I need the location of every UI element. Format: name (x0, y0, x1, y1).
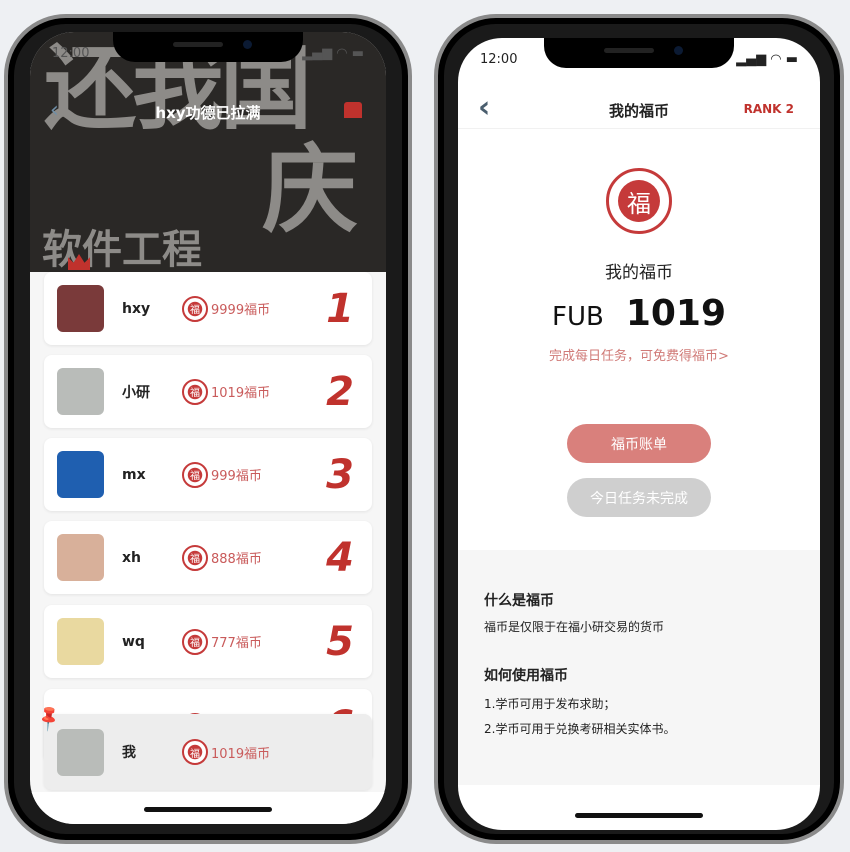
fubi-coin-icon: 福 (182, 628, 208, 655)
phone-frame-right: 12:00 ▂▄▆ ◠ ▬ ‹ 我的福币 RANK 2 福 我的福币 FUB 101… (434, 14, 844, 844)
fubi-coin-icon: 福 (182, 461, 208, 488)
rank-number: 2 (326, 368, 354, 415)
user-name: wq (122, 633, 145, 650)
user-name: 小研 (122, 384, 150, 401)
balance-value: 1019 (625, 293, 727, 334)
hero-banner: 还我国 庆 软件工程 (30, 32, 386, 272)
rank-label[interactable]: RANK 2 (744, 102, 794, 116)
fubi-seal-logo: 福 (606, 168, 672, 234)
gift-icon[interactable] (344, 102, 362, 118)
balance-label: 我的福币 (605, 263, 673, 283)
faq-question: 如何使用福币 (484, 668, 568, 684)
status-bar: 12:00 ▂▄▆ ◠ ▬ (52, 46, 364, 61)
user-name: hxy (122, 300, 151, 317)
rank-row[interactable]: wq 福 777福币 5 (44, 605, 372, 678)
coin-amount: 777福币 (211, 636, 262, 651)
avatar (57, 534, 104, 581)
faq-section: 什么是福币 福币是仅限于在福小研交易的货币 如何使用福币 1.学币可用于发布求助… (458, 550, 820, 785)
user-name: 我 (122, 745, 136, 761)
coin-amount: 1019福币 (211, 386, 271, 401)
rank-row[interactable]: xh 福 888福币 4 (44, 521, 372, 594)
faq-question: 什么是福币 (484, 593, 554, 609)
user-name: xh (122, 549, 141, 566)
coin-amount: 9999福币 (211, 303, 271, 318)
fubi-bill-button[interactable]: 福币账单 (567, 424, 711, 463)
my-fubi-screen: 12:00 ▂▄▆ ◠ ▬ ‹ 我的福币 RANK 2 福 我的福币 FUB 101… (458, 38, 820, 830)
rank-number: 1 (326, 285, 354, 332)
faq-answer: 1.学币可用于发布求助； (484, 697, 616, 711)
status-bar: 12:00 ▂▄▆ ◠ ▬ (480, 52, 798, 67)
hero-text: 软件工程 (42, 226, 202, 272)
daily-task-button[interactable]: 今日任务未完成 (567, 478, 711, 517)
phone-frame-left: 还我国 庆 软件工程 12:00 ▂▄▆ ◠ ▬ ‹ hxy功德已拉满 hxy 福… (4, 14, 412, 844)
user-name: mx (122, 466, 146, 483)
fubi-coin-icon: 福 (182, 739, 208, 765)
home-indicator (575, 813, 703, 818)
fubi-coin-icon: 福 (182, 295, 208, 322)
rank-number: 4 (326, 534, 354, 581)
fubi-coin-icon: 福 (182, 544, 208, 571)
home-indicator (144, 807, 272, 812)
rank-row[interactable]: mx 福 999福币 3 (44, 438, 372, 511)
avatar (57, 368, 104, 415)
rank-number: 5 (326, 618, 354, 665)
ranking-screen: 还我国 庆 软件工程 12:00 ▂▄▆ ◠ ▬ ‹ hxy功德已拉满 hxy 福… (30, 32, 386, 824)
currency-code: FUB (551, 302, 604, 332)
faq-answer: 福币是仅限于在福小研交易的货币 (484, 620, 665, 634)
avatar (57, 728, 104, 776)
daily-task-link[interactable]: 完成每日任务，可免费得福币> (458, 345, 820, 364)
avatar (57, 618, 104, 665)
coin-amount: 888福币 (211, 552, 262, 567)
hero-text: 庆 (262, 133, 358, 246)
balance: FUB 1019 (458, 293, 820, 334)
my-rank-row[interactable]: 📌 我 福 1019福币 (34, 703, 372, 790)
rank-row[interactable]: 小研 福 1019福币 2 (44, 355, 372, 428)
page-title: hxy功德已拉满 (155, 104, 261, 122)
coin-amount: 999福币 (211, 469, 262, 484)
rank-row[interactable]: hxy 福 9999福币 1 (44, 272, 372, 345)
faq-answer: 2.学币可用于兑换考研相关实体书。 (484, 722, 676, 736)
coin-amount: 1019福币 (211, 746, 271, 762)
avatar (57, 285, 104, 332)
avatar (57, 451, 104, 498)
fubi-coin-icon: 福 (182, 378, 208, 405)
rank-number: 3 (326, 451, 354, 498)
